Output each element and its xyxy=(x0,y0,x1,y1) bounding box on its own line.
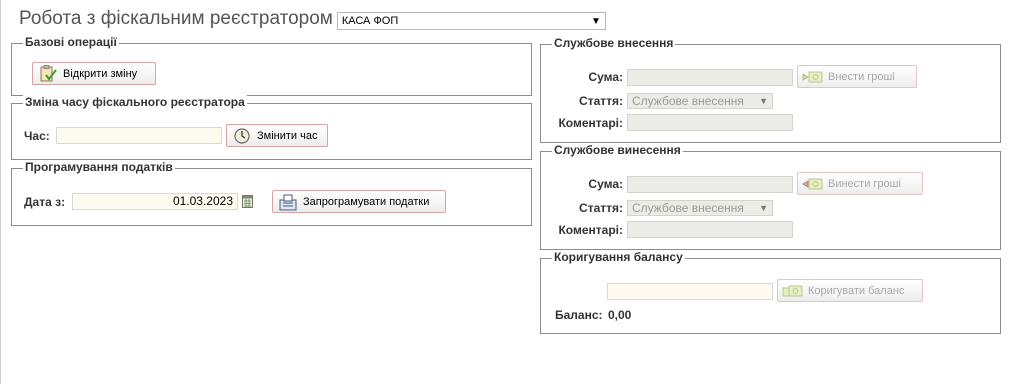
page-left-border xyxy=(0,0,1,384)
balance-correction-legend: Коригування балансу xyxy=(552,250,685,264)
program-taxes-label: Запрограмувати податки xyxy=(303,195,430,208)
change-time-button[interactable]: Змінити час xyxy=(226,124,328,147)
withdrawal-comment-input[interactable] xyxy=(627,221,793,238)
program-taxes-button[interactable]: Запрограмувати податки xyxy=(272,190,446,213)
withdrawal-article-select[interactable]: Службове внесення ▼ xyxy=(627,200,773,216)
open-shift-button[interactable]: Відкрити зміну xyxy=(32,62,156,85)
deposit-article-value: Службове внесення xyxy=(632,94,744,108)
money-icon xyxy=(782,282,804,300)
basic-operations-panel: Базові операції Відкрити зміну xyxy=(11,35,532,96)
register-icon xyxy=(277,193,299,211)
deposit-comment-label: Коментарі: xyxy=(558,116,623,130)
deposit-article-select[interactable]: Службове внесення ▼ xyxy=(627,93,773,109)
deposit-sum-label: Сума: xyxy=(588,70,623,84)
service-deposit-legend: Службове внесення xyxy=(552,36,676,50)
tax-programming-panel: Програмування податків Дата з: 01.03.202… xyxy=(11,160,532,226)
service-withdrawal-panel: Службове винесення Сума: Винести гроші С… xyxy=(540,143,1001,250)
date-from-input[interactable]: 01.03.2023 xyxy=(72,193,238,210)
withdraw-money-label: Винести гроші xyxy=(828,177,901,190)
tax-programming-legend: Програмування податків xyxy=(23,160,175,174)
deposit-sum-input[interactable] xyxy=(627,69,793,86)
change-time-panel: Зміна часу фіскального реєстратора Час: … xyxy=(11,95,532,160)
chevron-down-icon: ▼ xyxy=(759,203,768,213)
clipboard-check-icon xyxy=(37,64,59,83)
time-input[interactable] xyxy=(56,127,222,144)
balance-value: 0,00 xyxy=(608,308,632,322)
time-label: Час: xyxy=(24,129,50,143)
calendar-icon[interactable] xyxy=(242,195,253,208)
change-time-legend: Зміна часу фіскального реєстратора xyxy=(23,95,247,109)
withdrawal-sum-label: Сума: xyxy=(588,177,623,191)
withdraw-money-button[interactable]: Винести гроші xyxy=(797,172,923,195)
balance-correction-panel: Коригування балансу Коригувати баланс Ба… xyxy=(540,250,1001,334)
chevron-down-icon: ▼ xyxy=(590,15,601,27)
balance-label: Баланс: xyxy=(555,308,603,322)
header: Робота з фіскальним реєстратором КАСА ФО… xyxy=(19,8,606,30)
page-title: Робота з фіскальним реєстратором xyxy=(19,8,333,29)
basic-operations-legend: Базові операції xyxy=(23,35,119,49)
withdrawal-comment-label: Коментарі: xyxy=(558,223,623,237)
withdrawal-sum-input[interactable] xyxy=(627,176,793,193)
change-time-label: Змінити час xyxy=(257,129,318,142)
correct-balance-button[interactable]: Коригувати баланс xyxy=(777,279,923,302)
balance-input[interactable] xyxy=(607,283,773,300)
withdrawal-article-label: Стаття: xyxy=(579,201,623,215)
service-withdrawal-legend: Службове винесення xyxy=(552,143,683,157)
chevron-down-icon: ▼ xyxy=(759,96,768,106)
deposit-comment-input[interactable] xyxy=(627,114,793,131)
clock-icon xyxy=(231,127,253,145)
deposit-article-label: Стаття: xyxy=(579,94,623,108)
deposit-money-label: Внести гроші xyxy=(828,70,895,83)
service-deposit-panel: Службове внесення Сума: Внести гроші Ста… xyxy=(540,36,1001,143)
withdrawal-article-value: Службове внесення xyxy=(632,201,744,215)
money-in-icon xyxy=(802,68,824,86)
register-select[interactable]: КАСА ФОП ▼ xyxy=(336,12,606,30)
correct-balance-label: Коригувати баланс xyxy=(808,284,905,297)
open-shift-label: Відкрити зміну xyxy=(63,67,138,80)
deposit-money-button[interactable]: Внести гроші xyxy=(797,65,917,88)
register-select-value: КАСА ФОП xyxy=(341,15,399,27)
date-from-label: Дата з: xyxy=(24,195,66,209)
money-out-icon xyxy=(802,175,824,193)
